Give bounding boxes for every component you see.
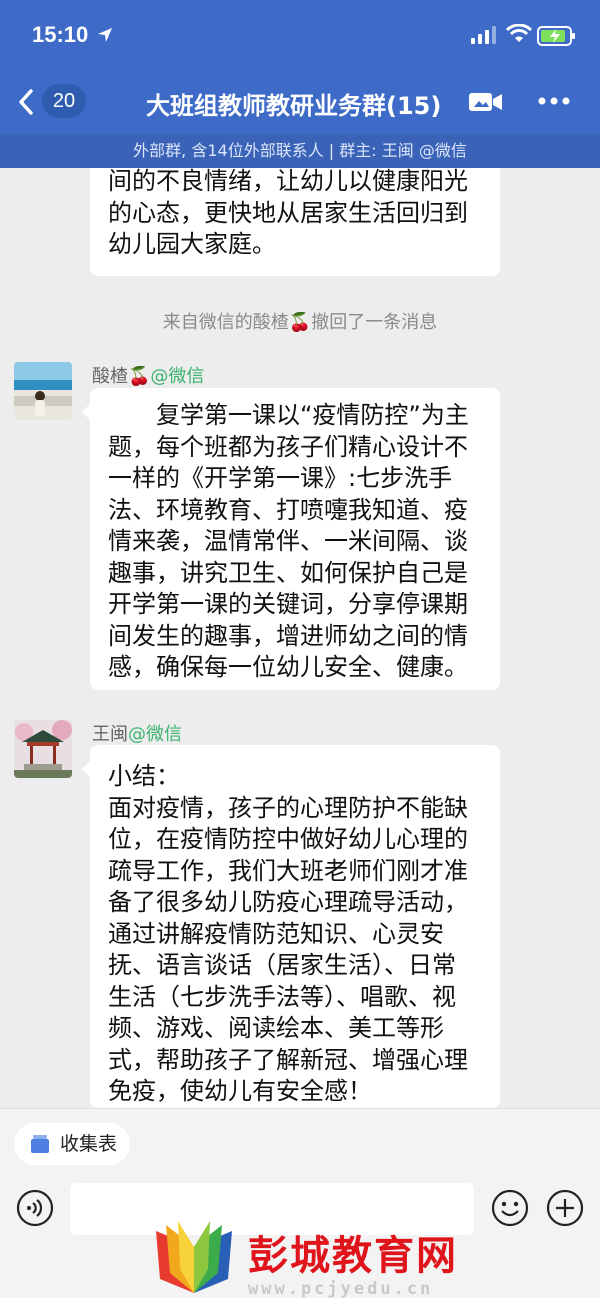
- message-line: 情来袭，温情常伴、一米间隔、谈: [108, 527, 468, 555]
- watermark: 彭城教育网 www.pcjyedu.cn: [148, 1217, 468, 1298]
- message-bubble[interactable]: 复学第一课以“疫情防控”为主 题，每个班都为孩子们精心设计不 一样的《开学第一课…: [82, 388, 500, 690]
- status-time: 15:10: [32, 22, 89, 47]
- message-line: 式，帮助孩子了解新冠、增强心理: [108, 1045, 468, 1074]
- header: 15:10 20 大班组教师教研业务群(15) 外部群, 含14位外部联系人 |…: [0, 0, 600, 168]
- more-options-icon[interactable]: [538, 96, 570, 106]
- message-line: 间发生的趣事，增进师幼之间的情: [108, 621, 468, 650]
- collect-form-label: 收集表: [60, 1133, 118, 1155]
- message-line: 疏导工作，我们大班老师们刚才准: [108, 856, 468, 885]
- unread-count-badge[interactable]: 20: [42, 84, 86, 118]
- wechat-tag: @微信: [150, 366, 205, 387]
- message-line: 开学第一课的关键词，分享停课期: [108, 590, 468, 618]
- message-bubble[interactable]: 小结： 面对疫情，孩子的心理防护不能缺 位，在疫情防控中做好幼儿心理的 疏导工作…: [82, 745, 500, 1108]
- back-chevron-icon[interactable]: [16, 88, 36, 116]
- message-line: 趣事，讲究卫生、如何保护自己是: [108, 558, 468, 587]
- emoji-icon[interactable]: [491, 1189, 529, 1227]
- location-arrow-icon: [98, 28, 112, 42]
- sender-name-text: 酸楂🍒: [92, 366, 151, 387]
- bubble-tail: [82, 761, 90, 777]
- message-line: 频、游戏、阅读绘本、美工等形: [108, 1014, 444, 1042]
- watermark-brand: 彭城教育网: [248, 1233, 458, 1279]
- message-line: 抚、语言谈话（居家生活）、日常: [108, 951, 456, 979]
- message-line: 面对疫情，孩子的心理防护不能缺: [108, 793, 468, 822]
- message-line: 题，每个班都为孩子们精心设计不: [108, 432, 468, 461]
- input-panel: 收集表 彭城教育网 www.pcjyedu.cn: [0, 1108, 600, 1298]
- chat-area[interactable]: 间的不良情绪，让幼儿以健康阳光 的心态，更快地从居家生活回归到 幼儿园大家庭。 …: [0, 168, 600, 1108]
- avatar[interactable]: [14, 362, 72, 420]
- message-line: 小结：: [108, 762, 180, 790]
- book-logo-icon: [156, 1221, 232, 1293]
- avatar[interactable]: [14, 720, 72, 778]
- voice-input-icon[interactable]: [16, 1189, 54, 1227]
- watermark-url: www.pcjyedu.cn: [248, 1279, 434, 1298]
- message-line: 通过讲解疫情防范知识、心灵安: [108, 919, 444, 948]
- status-bar: 15:10: [0, 0, 600, 72]
- video-call-icon[interactable]: [468, 90, 504, 114]
- sender-name: 王闽@微信: [92, 720, 182, 746]
- nav-bar: 20 大班组教师教研业务群(15): [0, 72, 600, 134]
- message-line: 复学第一课以“疫情防控”为主: [108, 401, 469, 429]
- beach-photo-avatar-icon: [14, 362, 72, 420]
- message-line: 一样的《开学第一课》:七步洗手: [108, 464, 453, 492]
- battery-charging-icon: [537, 26, 575, 46]
- wechat-tag: @微信: [128, 724, 182, 745]
- message-line: 备了很多幼儿防疫心理疏导活动，: [108, 888, 468, 916]
- collect-form-chip[interactable]: 收集表: [14, 1123, 130, 1165]
- message-line: 位，在疫情防控中做好幼儿心理的: [108, 825, 468, 853]
- message-line: 幼儿园大家庭。: [108, 230, 276, 258]
- message-bubble-partial[interactable]: 间的不良情绪，让幼儿以健康阳光 的心态，更快地从居家生活回归到 幼儿园大家庭。: [90, 168, 500, 276]
- message-line: 法、环境教育、打喷嚏我知道、疫: [108, 495, 468, 524]
- bubble-tail: [82, 404, 90, 420]
- wifi-icon: [506, 24, 532, 42]
- group-info-bar[interactable]: 外部群, 含14位外部联系人 | 群主: 王闽 @微信: [0, 134, 600, 168]
- message-line: 间的不良情绪，让幼儿以健康阳光: [108, 168, 468, 195]
- recall-notice: 来自微信的酸楂🍒撤回了一条消息: [162, 312, 438, 333]
- sender-name-text: 王闽: [92, 724, 128, 745]
- form-stack-icon: [31, 1135, 49, 1153]
- message-line: 的心态，更快地从居家生活回归到: [108, 198, 468, 227]
- sender-name: 酸楂🍒@微信: [92, 362, 204, 388]
- message-line: 免疫，使幼儿有安全感！: [108, 1077, 372, 1105]
- chat-title: 大班组教师教研业务群(15): [146, 92, 442, 120]
- message-line: 感，确保每一位幼儿安全、健康。: [108, 653, 468, 681]
- message-line: 生活（七步洗手法等）、唱歌、视: [108, 982, 456, 1011]
- pavilion-photo-avatar-icon: [14, 720, 72, 778]
- plus-icon[interactable]: [546, 1189, 584, 1227]
- cellular-signal-icon: [471, 26, 496, 44]
